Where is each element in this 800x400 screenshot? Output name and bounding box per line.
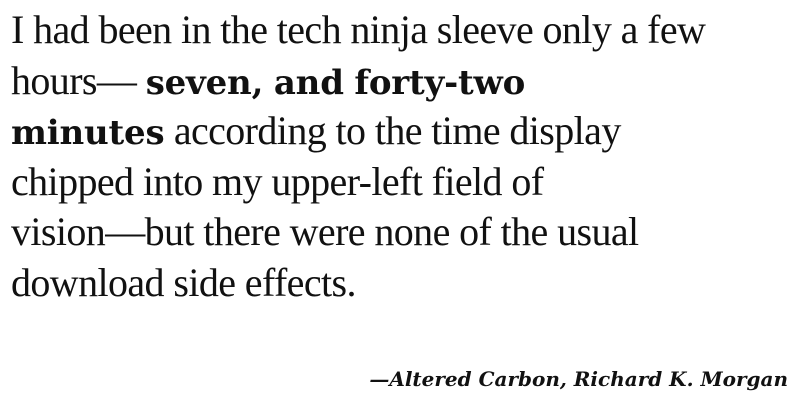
quote-line-6-text: download side effects. (11, 259, 356, 305)
quote-emphasis-1: seven, and forty-two (145, 62, 526, 103)
quote-attribution: —Altered Carbon, Richard K. Morgan (369, 367, 788, 391)
quote-line-1-text: I had been in the tech ninja sleeve only… (11, 7, 706, 52)
quote-line-2: hours— seven, and forty-two (11, 57, 791, 108)
quote-line-3-regular: according to the time display (164, 108, 622, 153)
quote-line-5-text: vision—but there were none of the usual (11, 209, 639, 254)
quote-line-3: minutes according to the time display (11, 107, 791, 158)
quote-line-1: I had been in the tech ninja sleeve only… (11, 6, 791, 57)
quote-line-4: chipped into my upper-left field of (11, 158, 791, 209)
quote-line-2-regular: hours— (11, 57, 146, 103)
quote-line-4-text: chipped into my upper-left field of (11, 158, 544, 204)
quote-line-5: vision—but there were none of the usual (11, 208, 791, 259)
quote-line-6: download side effects. (11, 259, 791, 310)
quote-text: I had been in the tech ninja sleeve only… (11, 6, 791, 309)
quote-emphasis-2: minutes (11, 113, 165, 153)
